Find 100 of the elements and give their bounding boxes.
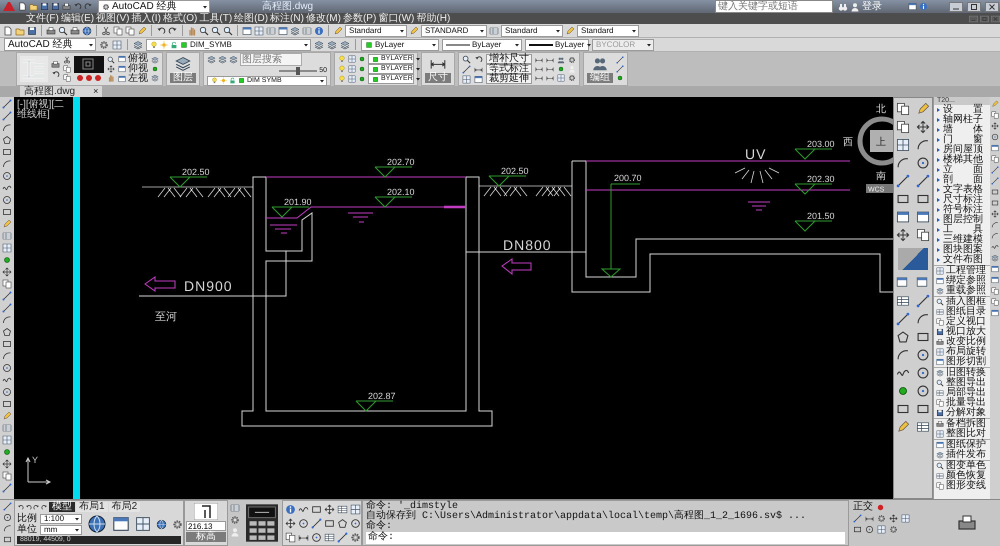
viewport-label[interactable]: [-][俯视][二维线框] xyxy=(17,100,71,120)
scale-label: 比例 xyxy=(17,514,37,524)
palette-tool-item[interactable]: 整图导出 xyxy=(934,378,990,388)
outlet-note: 至河 xyxy=(155,311,177,323)
palette-menu-item[interactable]: 设 置 xyxy=(934,105,990,115)
document-tab[interactable]: 高程图.dwg × xyxy=(20,86,102,97)
units-label: 单位 xyxy=(17,524,37,534)
palette-menu-item[interactable]: 轴网柱子 xyxy=(934,115,990,125)
menu-item[interactable]: 文件(F) xyxy=(26,13,59,24)
layer-dropdown[interactable]: DIM_SYMB xyxy=(146,38,311,50)
palette-menu-item[interactable]: 楼梯其他 xyxy=(934,155,990,165)
palette-menu-item[interactable]: 图块图案 xyxy=(934,245,990,255)
document-title: 高程图.dwg xyxy=(262,1,314,12)
table-style-dropdown[interactable]: Standard xyxy=(501,24,563,36)
scale-dropdown[interactable]: 1:100 xyxy=(40,514,82,524)
menu-item[interactable]: 插入(I) xyxy=(131,13,161,24)
palette-tool-item[interactable]: 布局旋转 xyxy=(934,347,990,357)
close-tab-button[interactable]: × xyxy=(93,86,98,97)
menu-item[interactable]: 格式(O) xyxy=(162,13,198,24)
palette-tool-item[interactable]: 图变单色 xyxy=(934,461,990,471)
elevation-label: 202.10 xyxy=(387,187,415,197)
palette-menu-item[interactable]: 文件布图 xyxy=(934,255,990,265)
palette-tool-item[interactable]: 图形切割 xyxy=(934,357,990,367)
elevation-label: 202.70 xyxy=(387,157,415,167)
palette-tool-item[interactable]: 旧图转换 xyxy=(934,368,990,378)
palette-tool-item[interactable]: 图形变线 xyxy=(934,481,990,491)
palette-tool-item[interactable]: 改变比例 xyxy=(934,337,990,347)
palette-menu-item[interactable]: 工 具 xyxy=(934,225,990,235)
palette-tool-item[interactable]: 定义视口 xyxy=(934,317,990,327)
elevation-label: 202.50 xyxy=(501,166,529,176)
menu-item[interactable]: 绘图(D) xyxy=(234,13,268,24)
menu-item[interactable]: 标注(N) xyxy=(270,13,304,24)
view-button[interactable]: 俯视 xyxy=(118,54,148,64)
menu-item[interactable]: 窗口(W) xyxy=(378,13,414,24)
command-line-field[interactable]: 命令: xyxy=(366,532,845,544)
multileader-style-dropdown[interactable]: Standard xyxy=(577,24,639,36)
lineweight-dropdown[interactable]: ByLayer xyxy=(525,38,589,50)
layout-tab[interactable]: 布局2 xyxy=(108,502,140,512)
elevation-field[interactable]: 216.13 xyxy=(186,521,226,531)
palette-tool-item[interactable]: 重载参照 xyxy=(934,286,990,296)
dimension-style-dropdown[interactable]: STANDARD xyxy=(421,24,487,36)
palette-tool-item[interactable]: 图纸目录 xyxy=(934,307,990,317)
view-button[interactable]: 仰视 xyxy=(118,64,148,74)
dimension-button[interactable]: 尺寸 xyxy=(425,73,451,83)
layer-search-field[interactable]: 图层搜索 xyxy=(240,52,302,66)
palette-tool-item[interactable]: 绑定参照 xyxy=(934,276,990,286)
dimension-tool-button[interactable]: 等式标注 xyxy=(486,64,532,74)
elevation-label: 202.87 xyxy=(368,391,396,401)
menu-item[interactable]: 参数(P) xyxy=(342,13,376,24)
palette-menu-item[interactable]: 房间屋顶 xyxy=(934,145,990,155)
compass-label: 南 xyxy=(876,171,886,182)
menu-item[interactable]: 修改(M) xyxy=(306,13,341,24)
workspace-dropdown[interactable]: AutoCAD 经典 xyxy=(98,0,210,13)
palette-menu-item[interactable]: 立 面 xyxy=(934,165,990,175)
palette-tool-item[interactable]: 插入图框 xyxy=(934,297,990,307)
palette-tool-item[interactable]: 备档拆图 xyxy=(934,419,990,429)
elevation-label: 202.30 xyxy=(807,174,835,184)
palette-tool-item[interactable]: 分解对象 xyxy=(934,408,990,418)
palette-tool-item[interactable]: 批量导出 xyxy=(934,398,990,408)
elevation-label: 201.90 xyxy=(284,197,312,207)
palette-menu-item[interactable]: 三维建模 xyxy=(934,235,990,245)
palette-menu-item[interactable]: 墙 体 xyxy=(934,125,990,135)
group-button[interactable]: 编组 xyxy=(587,73,613,83)
palette-menu-item[interactable]: 图层控制 xyxy=(934,215,990,225)
layout-tab[interactable]: 布局1 xyxy=(76,502,108,512)
palette-menu-item[interactable]: 符号标注 xyxy=(934,205,990,215)
palette-menu-item[interactable]: 文字表格 xyxy=(934,185,990,195)
compass-label: 西 xyxy=(843,137,853,148)
elevation-label: 200.70 xyxy=(614,173,642,183)
pipe-size-label: DN900 xyxy=(184,278,233,294)
sign-in-link[interactable]: 登录 xyxy=(862,1,882,12)
linetype-dropdown[interactable]: ByLayer xyxy=(442,38,522,50)
viewcube-label: 上 xyxy=(876,137,886,148)
menu-item[interactable]: 帮助(H) xyxy=(416,13,450,24)
menu-item[interactable]: 编辑(E) xyxy=(60,13,94,24)
elevation-label: 202.50 xyxy=(182,167,210,177)
menu-item[interactable]: 工具(T) xyxy=(199,13,232,24)
palette-tool-item[interactable]: 视口放大 xyxy=(934,327,990,337)
dimension-tool-button[interactable]: 增补尺寸 xyxy=(486,54,532,64)
workspace-dropdown[interactable]: AutoCAD 经典 xyxy=(4,38,96,51)
palette-tool-item[interactable]: 局部导出 xyxy=(934,388,990,398)
palette-menu-item[interactable]: 剖 面 xyxy=(934,175,990,185)
palette-tool-item[interactable]: 插件发布 xyxy=(934,450,990,460)
text-style-dropdown[interactable]: Standard xyxy=(345,24,407,36)
menu-item[interactable]: 视图(V) xyxy=(96,13,130,24)
color-dropdown[interactable]: ByLayer xyxy=(361,38,439,50)
view-button[interactable]: 左视 xyxy=(118,74,148,84)
elevation-label: 203.00 xyxy=(807,139,835,149)
palette-menu-item[interactable]: 尺寸标注 xyxy=(934,195,990,205)
units-dropdown[interactable]: mm xyxy=(40,524,82,534)
layout-tab[interactable]: 模型 xyxy=(49,502,75,512)
palette-tool-item[interactable]: 图纸保护 xyxy=(934,440,990,450)
command-history-line: 命令: xyxy=(366,522,394,532)
palette-menu-item[interactable]: 门 窗 xyxy=(934,135,990,145)
status-label[interactable]: 正交 xyxy=(853,502,873,512)
palette-tool-item[interactable]: 整图比对 xyxy=(934,429,990,439)
dimension-tool-button[interactable]: 裁剪延伸 xyxy=(486,74,532,84)
layer-button[interactable]: 图层 xyxy=(170,73,196,83)
palette-tool-item[interactable]: 工程管理 xyxy=(934,266,990,276)
palette-tool-item[interactable]: 颜色恢复 xyxy=(934,471,990,481)
